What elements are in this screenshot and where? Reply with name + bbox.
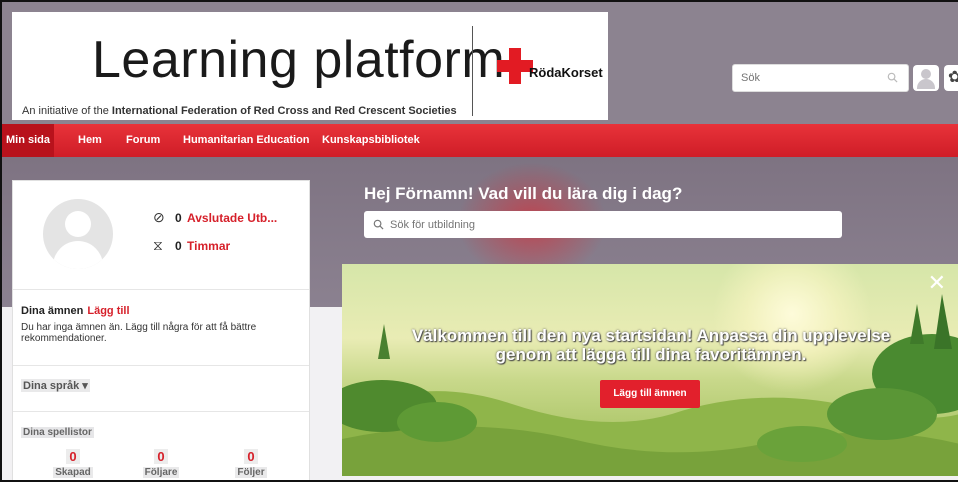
check-circle-icon: ⊘ [153, 209, 165, 225]
playlist-stat-created[interactable]: 0 Skapad [43, 448, 103, 478]
nav-item-forum[interactable]: Forum [126, 124, 160, 157]
main-nav: Min sida Hem Forum Humanitarian Educatio… [2, 124, 958, 157]
playlist-stat-followers[interactable]: 0 Följare [131, 448, 191, 478]
header-search-input[interactable] [733, 65, 883, 91]
logo-subtitle: An initiative of the International Feder… [22, 105, 457, 117]
landscape-illustration [342, 294, 958, 476]
playlists-heading: Dina spellistor [21, 427, 94, 438]
course-search [364, 211, 842, 238]
completed-courses-stat[interactable]: ⊘ 0 Avslutade Utb... [153, 209, 277, 226]
search-icon[interactable] [887, 72, 898, 83]
site-logo[interactable]: Learning platform An initiative of the I… [12, 12, 608, 120]
hourglass-icon: ⧖ [153, 237, 163, 253]
languages-dropdown[interactable]: Dina språk ▾ [21, 379, 90, 392]
divider [13, 289, 309, 290]
welcome-message: Välkommen till den nya startsidan! Anpas… [411, 326, 891, 364]
search-icon [373, 219, 384, 230]
topics-heading: Dina ämnen Lägg till [21, 305, 130, 317]
welcome-banner: ✕ Välkommen till den nya startsidan! Anp… [342, 264, 958, 476]
logo-title: Learning platform [92, 31, 506, 89]
add-topic-link[interactable]: Lägg till [87, 305, 129, 317]
profile-card: ⊘ 0 Avslutade Utb... ⧖ 0 Timmar Dina ämnen… [12, 180, 310, 480]
red-cross-icon [497, 48, 533, 84]
topics-empty-text: Du har inga ämnen än. Lägg till några fö… [21, 322, 257, 344]
divider [13, 365, 309, 366]
hero-title: Hej Förnamn! Vad vill du lära dig i dag? [364, 184, 683, 203]
partner-name: RödaKorset [529, 65, 603, 80]
user-avatar-button[interactable] [913, 65, 939, 91]
logo-divider [472, 26, 473, 116]
nav-item-min-sida[interactable]: Min sida [2, 124, 55, 157]
divider [13, 411, 309, 412]
gear-icon[interactable]: ✿ [944, 65, 958, 91]
add-topics-button[interactable]: Lägg till ämnen [600, 380, 700, 408]
hours-stat[interactable]: ⧖ 0 Timmar [153, 237, 230, 254]
nav-item-hem[interactable]: Hem [78, 124, 102, 157]
nav-item-kunskapsbibliotek[interactable]: Kunskapsbibliotek [322, 124, 420, 157]
header: Learning platform An initiative of the I… [2, 2, 958, 124]
close-icon[interactable]: ✕ [928, 272, 946, 294]
page-frame: Learning platform An initiative of the I… [0, 0, 958, 482]
course-search-input[interactable] [390, 211, 830, 238]
playlist-stat-following[interactable]: 0 Följer [221, 448, 281, 478]
nav-item-humanitarian-education[interactable]: Humanitarian Education [183, 124, 310, 157]
avatar [43, 199, 113, 269]
header-search [732, 64, 909, 92]
user-icon [921, 69, 931, 79]
